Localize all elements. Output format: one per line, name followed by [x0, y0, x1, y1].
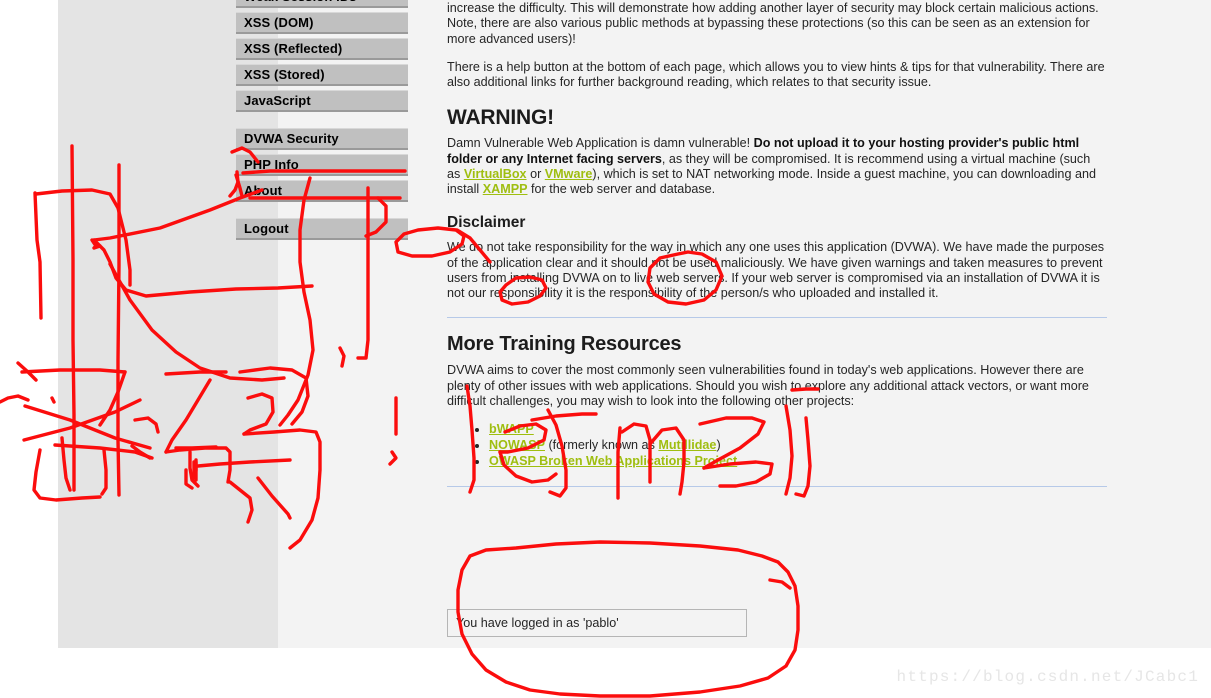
warning-paragraph: Damn Vulnerable Web Application is damn … [447, 136, 1107, 197]
more-training-heading: More Training Resources [447, 333, 682, 356]
nowasp-suffix-2: ) [716, 438, 721, 453]
screenshot-root: Weak Session IDs XSS (DOM) XSS (Reflecte… [0, 0, 1211, 698]
intro-paragraph-2: There is a help button at the bottom of … [447, 59, 1105, 90]
warning-text-1: Damn Vulnerable Web Application is damn … [447, 136, 754, 151]
disclaimer-heading: Disclaimer [447, 214, 526, 232]
training-resources-list: bWAPP NOWASP (formerly known as Mutillid… [447, 422, 1107, 470]
warning-text-5: for the web server and database. [527, 182, 716, 197]
main-content: DVWA also includes a Web Application Fir… [447, 0, 1107, 500]
link-xampp[interactable]: XAMPP [483, 182, 528, 196]
sidebar-item-javascript[interactable]: JavaScript [236, 90, 408, 112]
content-divider-2 [447, 485, 1107, 487]
annotation-stroke [50, 396, 56, 404]
sidebar-item-logout[interactable]: Logout [236, 218, 408, 240]
link-vmware[interactable]: VMware [545, 167, 593, 181]
list-item: bWAPP [489, 422, 1107, 437]
sidebar-item-xss-reflected[interactable]: XSS (Reflected) [236, 38, 408, 60]
link-owasp-bwa[interactable]: OWASP Broken Web Applications Project [489, 454, 737, 468]
login-status-text: You have logged in as 'pablo' [456, 616, 619, 630]
warning-heading: WARNING! [447, 106, 554, 130]
main-navigation: Weak Session IDs XSS (DOM) XSS (Reflecte… [236, 0, 408, 256]
link-virtualbox[interactable]: VirtualBox [464, 167, 527, 181]
link-bwapp[interactable]: bWAPP [489, 422, 534, 436]
watermark-url: https://blog.csdn.net/JCabc1 [896, 668, 1199, 686]
sidebar-item-xss-dom[interactable]: XSS (DOM) [236, 12, 408, 34]
disclaimer-paragraph: We do not take responsibility for the wa… [447, 240, 1105, 301]
list-item: NOWASP (formerly known as Mutillidae) [489, 438, 1107, 453]
annotation-stroke [16, 361, 38, 382]
intro-paragraph-1: DVWA also includes a Web Application Fir… [447, 1, 1099, 46]
more-training-paragraph: DVWA aims to cover the most commonly see… [447, 363, 1089, 408]
nowasp-suffix: (formerly known as [544, 438, 659, 453]
nav-group-vulnerabilities: Weak Session IDs XSS (DOM) XSS (Reflecte… [236, 0, 408, 112]
system-info-box: You have logged in as 'pablo' [447, 609, 747, 637]
annotation-stroke [33, 191, 43, 320]
sidebar-item-dvwa-security[interactable]: DVWA Security [236, 128, 408, 150]
link-mutillidae[interactable]: Mutillidae [658, 438, 716, 452]
sidebar-item-about[interactable]: About [236, 180, 408, 202]
sidebar-item-xss-stored[interactable]: XSS (Stored) [236, 64, 408, 86]
link-nowasp[interactable]: NOWASP [489, 438, 545, 452]
sidebar-item-php-info[interactable]: PHP Info [236, 154, 408, 176]
warning-text-3: or [526, 166, 545, 181]
content-divider-1 [447, 317, 1107, 319]
nav-group-settings: DVWA Security PHP Info About [236, 128, 408, 202]
sidebar-item-weak-session-ids[interactable]: Weak Session IDs [236, 0, 408, 8]
nav-group-session: Logout [236, 218, 408, 240]
annotation-stroke [0, 394, 30, 404]
list-item: OWASP Broken Web Applications Project [489, 454, 1107, 469]
